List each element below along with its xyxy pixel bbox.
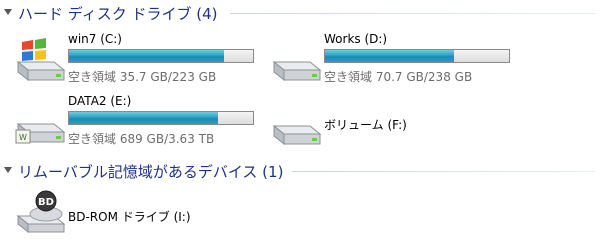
- hard-drive-icon: [272, 124, 322, 146]
- usage-bar: [324, 49, 510, 63]
- drive-c[interactable]: win7 (C:) 空き領域 35.7 GB/223 GB: [14, 32, 264, 88]
- group-title: リムーバブル記憶域があるデバイス (1): [18, 163, 284, 181]
- drive-name: win7 (C:): [68, 32, 122, 46]
- drive-name: BD-ROM ドライブ (I:): [68, 210, 191, 224]
- usage-bar: [68, 49, 254, 63]
- hard-drive-icon: W: [15, 122, 66, 144]
- collapse-arrow-icon[interactable]: [4, 9, 12, 15]
- drive-name: ボリューム (F:): [324, 118, 407, 132]
- collapse-arrow-icon[interactable]: [4, 167, 12, 173]
- bd-rom-drive-icon: BD: [16, 190, 66, 234]
- usage-bar-fill: [69, 50, 224, 62]
- drive-name: DATA2 (E:): [68, 94, 132, 108]
- drive-bd-rom[interactable]: BD BD-ROM ドライブ (I:): [14, 190, 264, 252]
- usage-bar-fill: [325, 50, 454, 62]
- windows-drive-icon: [16, 38, 66, 82]
- group-header-hard-disk[interactable]: ハード ディスク ドライブ (4): [0, 2, 602, 24]
- bd-badge: BD: [38, 197, 54, 208]
- group-title: ハード ディスク ドライブ (4): [18, 5, 218, 23]
- group-divider: [292, 171, 596, 172]
- free-space-text: 空き領域 689 GB/3.63 TB: [68, 132, 215, 146]
- drive-name: Works (D:): [324, 32, 388, 46]
- usage-bar-fill: [69, 112, 219, 124]
- group-header-removable[interactable]: リムーバブル記憶域があるデバイス (1): [0, 160, 602, 182]
- drive-e[interactable]: W DATA2 (E:) 空き領域 689 GB/3.63 TB: [14, 94, 264, 150]
- group-divider: [230, 13, 596, 14]
- free-space-text: 空き領域 70.7 GB/238 GB: [324, 70, 473, 84]
- free-space-text: 空き領域 35.7 GB/223 GB: [68, 70, 217, 84]
- drive-d[interactable]: Works (D:) 空き領域 70.7 GB/238 GB: [270, 32, 520, 88]
- svg-text:W: W: [19, 133, 27, 142]
- usage-bar: [68, 111, 254, 125]
- hard-drive-icon: [272, 60, 322, 82]
